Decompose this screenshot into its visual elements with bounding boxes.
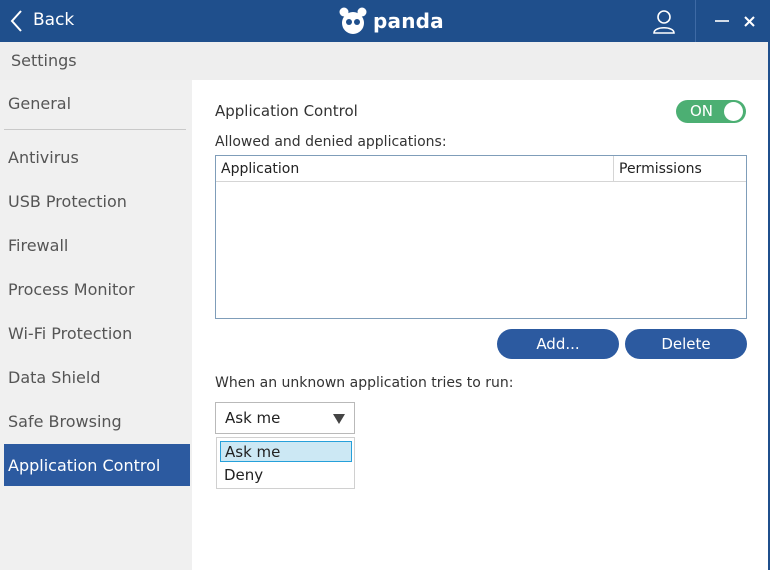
sidebar-item-firewall[interactable]: Firewall <box>4 224 190 266</box>
column-header-application[interactable]: Application <box>216 156 614 182</box>
toggle-knob <box>724 102 743 121</box>
unknown-app-dropdown: Ask me Deny <box>216 437 355 489</box>
sidebar-item-antivirus[interactable]: Antivirus <box>4 136 190 178</box>
user-icon <box>653 10 675 34</box>
sidebar-item-label: Wi-Fi Protection <box>8 323 133 343</box>
sidebar-item-general[interactable]: General <box>4 82 190 124</box>
titlebar-divider <box>695 0 696 42</box>
panda-logo-icon <box>339 7 367 34</box>
sidebar-item-label: Firewall <box>8 235 69 255</box>
chevron-left-icon <box>10 10 22 32</box>
sidebar-item-label: Process Monitor <box>8 279 135 299</box>
close-button[interactable] <box>740 10 760 32</box>
delete-button[interactable]: Delete <box>625 329 747 359</box>
applications-table[interactable]: Application Permissions <box>215 155 747 319</box>
column-header-permissions[interactable]: Permissions <box>614 156 746 182</box>
unknown-app-select[interactable]: Ask me <box>215 402 355 434</box>
sidebar-divider <box>4 129 186 130</box>
minimize-button[interactable] <box>712 10 734 32</box>
sidebar-item-label: Safe Browsing <box>8 411 122 431</box>
close-icon <box>744 16 755 27</box>
application-control-label: Application Control <box>215 102 358 120</box>
sidebar-item-label: General <box>8 93 72 113</box>
user-account-button[interactable] <box>650 8 678 36</box>
add-button[interactable]: Add... <box>497 329 619 359</box>
sidebar-item-label: Antivirus <box>8 147 79 167</box>
sidebar-item-label: Data Shield <box>8 367 101 387</box>
sidebar-item-label: Application Control <box>8 455 161 475</box>
application-control-toggle[interactable]: ON <box>676 100 746 123</box>
sidebar-item-usb-protection[interactable]: USB Protection <box>4 180 190 222</box>
content-panel <box>192 80 768 570</box>
back-label: Back <box>33 10 75 30</box>
option-ask-me[interactable]: Ask me <box>220 441 352 462</box>
sidebar-item-label: USB Protection <box>8 191 127 211</box>
sidebar-item-data-shield[interactable]: Data Shield <box>4 356 190 398</box>
settings-header: Settings <box>0 42 770 80</box>
sidebar-item-process-monitor[interactable]: Process Monitor <box>4 268 190 310</box>
table-header: Application Permissions <box>216 156 746 182</box>
toggle-state-label: ON <box>690 102 714 120</box>
sidebar-item-safe-browsing[interactable]: Safe Browsing <box>4 400 190 442</box>
panda-logo: panda <box>338 6 444 36</box>
apps-list-label: Allowed and denied applications: <box>215 134 447 150</box>
title-bar: Back panda <box>0 0 770 42</box>
minimize-icon <box>715 20 729 22</box>
unknown-app-label: When an unknown application tries to run… <box>215 375 514 391</box>
select-value: Ask me <box>225 409 281 427</box>
option-deny[interactable]: Deny <box>220 464 352 485</box>
caret-down-icon <box>333 414 345 424</box>
logo-text: panda <box>373 9 444 33</box>
page-title: Settings <box>11 51 77 70</box>
back-button[interactable]: Back <box>0 0 90 42</box>
sidebar-item-application-control[interactable]: Application Control <box>4 444 190 486</box>
sidebar-item-wifi-protection[interactable]: Wi-Fi Protection <box>4 312 190 354</box>
